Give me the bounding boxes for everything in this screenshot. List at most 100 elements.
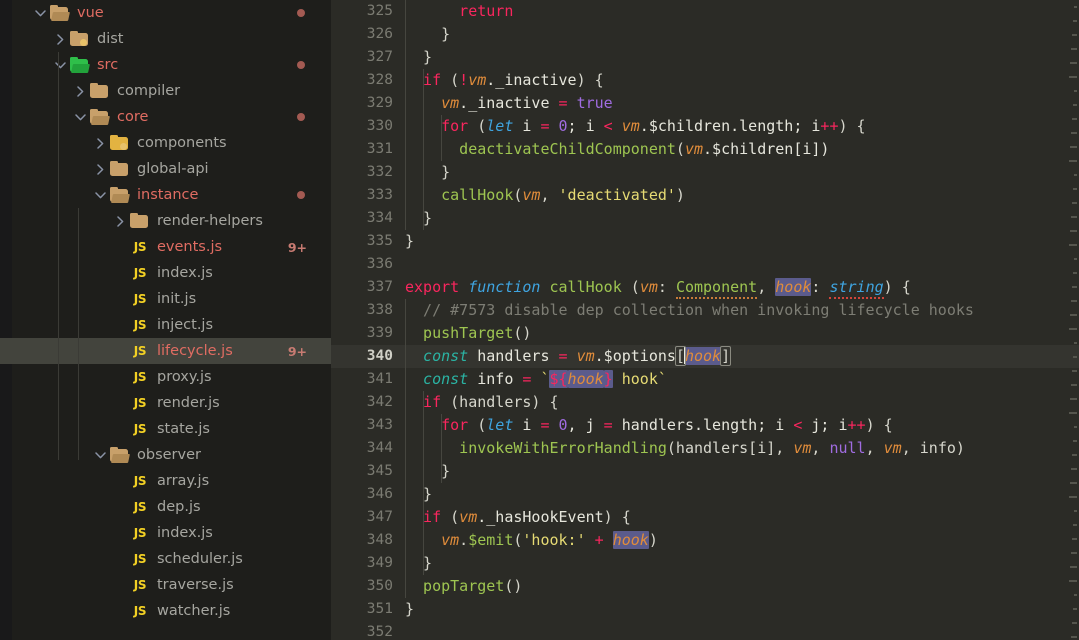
chevron-down-icon[interactable] [92, 451, 109, 460]
chevron-down-icon[interactable] [92, 191, 109, 200]
code-line[interactable]: 343 for (let i = 0, j = handlers.length; … [331, 414, 1079, 437]
line-number: 343 [366, 417, 393, 433]
tree-item-icon: JS [129, 550, 151, 568]
code-line[interactable]: 338 // #7573 disable dep collection when … [331, 299, 1079, 322]
code-line[interactable]: 327} [331, 46, 1079, 69]
editor-indent-guide [441, 115, 443, 161]
tree-item-watcher-js[interactable]: JS watcher.js [0, 598, 331, 624]
code-content[interactable]: 325 return 326} 327} 328 if (!vm._inactive) {… [331, 0, 1079, 640]
code-line[interactable]: 342 if (handlers) { [331, 391, 1079, 414]
code-line[interactable]: 352 [331, 621, 1079, 640]
code-token: ._inactive [486, 71, 577, 89]
tree-item-core[interactable]: core [0, 104, 331, 130]
tree-item-inject-js[interactable]: JS inject.js [0, 312, 331, 338]
code-line-text: export function callHook (vm: Component,… [405, 276, 911, 299]
minimap-tick [1070, 482, 1077, 484]
chevron-down-icon[interactable] [32, 9, 49, 18]
code-line[interactable]: 350 popTarget() [331, 575, 1079, 598]
code-line[interactable]: 344 invokeWithErrorHandling(handlers[i], … [331, 437, 1079, 460]
code-line[interactable]: 348 vm.$emit('hook:' + hook) [331, 529, 1079, 552]
code-line[interactable]: 331 deactivateChildComponent(vm.$children… [331, 138, 1079, 161]
code-line[interactable]: 325 return [331, 0, 1079, 23]
code-token: ( [468, 117, 487, 135]
code-token: pushTarget [423, 324, 514, 342]
code-token: vm [639, 278, 658, 296]
code-line[interactable]: 336 [331, 253, 1079, 276]
tree-item-array-js[interactable]: JS array.js [0, 468, 331, 494]
tree-item-label: lifecycle.js [157, 343, 233, 359]
tree-item-components[interactable]: components [0, 130, 331, 156]
code-token: .$children[i]) [703, 140, 830, 158]
tree-item-traverse-js[interactable]: JS traverse.js [0, 572, 331, 598]
js-file-icon: JS [133, 604, 147, 618]
tree-item-state-js[interactable]: JS state.js [0, 416, 331, 442]
folder-open-icon [50, 4, 69, 21]
tree-item-lifecycle-js[interactable]: JS lifecycle.js 9+ [0, 338, 331, 364]
minimap-tick [1073, 524, 1077, 526]
js-file-icon: JS [133, 370, 147, 384]
editor-scrollbar-minimap[interactable] [1069, 0, 1079, 640]
tree-item-init-js[interactable]: JS init.js [0, 286, 331, 312]
code-line[interactable]: 326} [331, 23, 1079, 46]
tree-item-dep-js[interactable]: JS dep.js [0, 494, 331, 520]
tree-item-scheduler-js[interactable]: JS scheduler.js [0, 546, 331, 572]
chevron-right-icon[interactable] [112, 215, 129, 227]
code-line[interactable]: 347 if (vm._hasHookEvent) { [331, 506, 1079, 529]
code-token: const [423, 347, 469, 365]
tree-item-index-js[interactable]: JS index.js [0, 520, 331, 546]
tree-item-dist[interactable]: dist [0, 26, 331, 52]
minimap-tick [1072, 202, 1077, 204]
tree-item-render-js[interactable]: JS render.js [0, 390, 331, 416]
line-number: 348 [366, 532, 393, 548]
tree-item-index-js[interactable]: JS index.js [0, 260, 331, 286]
code-editor[interactable]: 325 return 326} 327} 328 if (!vm._inactive) {… [331, 0, 1079, 640]
code-line[interactable]: 345} [331, 460, 1079, 483]
code-line-text: popTarget() [405, 575, 522, 598]
tree-item-global-api[interactable]: global-api [0, 156, 331, 182]
tree-item-label: components [137, 135, 227, 151]
code-line[interactable]: 349} [331, 552, 1079, 575]
line-number: 328 [366, 72, 393, 88]
chevron-right-icon[interactable] [52, 33, 69, 45]
code-line-text: } [405, 230, 414, 253]
code-line[interactable]: 346} [331, 483, 1079, 506]
minimap-tick [1072, 118, 1077, 120]
tree-item-compiler[interactable]: compiler [0, 78, 331, 104]
chevron-right-icon[interactable] [72, 85, 89, 97]
code-line[interactable]: 332} [331, 161, 1079, 184]
tree-item-observer[interactable]: observer [0, 442, 331, 468]
line-number: 346 [366, 486, 393, 502]
tree-item-vue[interactable]: vue [0, 0, 331, 26]
code-line[interactable]: 340 const handlers = vm.$options[hook] [331, 345, 1079, 368]
code-token: , [811, 439, 830, 457]
tree-item-events-js[interactable]: JS events.js 9+ [0, 234, 331, 260]
folder-src-icon [70, 56, 89, 73]
chevron-right-icon[interactable] [92, 137, 109, 149]
code-line[interactable]: 334} [331, 207, 1079, 230]
tree-item-instance[interactable]: instance [0, 182, 331, 208]
code-token: let [486, 416, 514, 434]
chevron-right-icon[interactable] [92, 163, 109, 175]
code-token: vm [684, 140, 704, 158]
code-token: ( [621, 278, 640, 296]
code-line[interactable]: 339 pushTarget() [331, 322, 1079, 345]
code-line[interactable]: 330 for (let i = 0; i < vm.$children.leng… [331, 115, 1079, 138]
file-tree[interactable]: vue dist src compiler core components global-a… [0, 0, 331, 624]
code-line[interactable]: 329 vm._inactive = true [331, 92, 1079, 115]
tree-item-src[interactable]: src [0, 52, 331, 78]
minimap-tick [1073, 188, 1077, 190]
code-line[interactable]: 333 callHook(vm, 'deactivated') [331, 184, 1079, 207]
code-line[interactable]: 335} [331, 230, 1079, 253]
tree-item-render-helpers[interactable]: render-helpers [0, 208, 331, 234]
code-line[interactable]: 337 export function callHook (vm: Compone… [331, 276, 1079, 299]
tree-item-label: traverse.js [157, 577, 234, 593]
code-line[interactable]: 351} [331, 598, 1079, 621]
code-line[interactable]: 341 const info = `${hook} hook` [331, 368, 1079, 391]
chevron-down-icon[interactable] [52, 61, 69, 70]
chevron-down-icon[interactable] [72, 113, 89, 122]
minimap-tick [1070, 62, 1077, 64]
code-line[interactable]: 328 if (!vm._inactive) { [331, 69, 1079, 92]
tree-item-proxy-js[interactable]: JS proxy.js [0, 364, 331, 390]
tree-indent-guide [78, 208, 79, 460]
code-token: } [423, 48, 433, 66]
